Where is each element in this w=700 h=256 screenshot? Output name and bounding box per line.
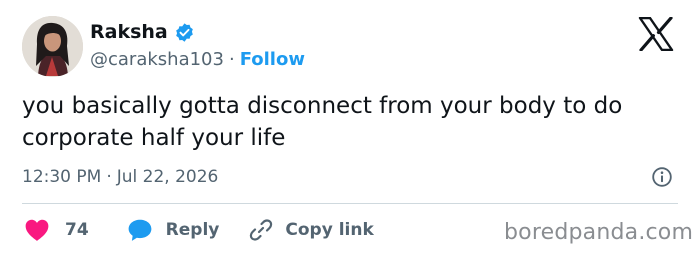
verified-badge-icon (175, 22, 193, 42)
author-handle[interactable]: @caraksha103 (90, 49, 224, 70)
info-icon[interactable] (651, 166, 673, 188)
author-name-row: Raksha (90, 20, 195, 44)
divider (22, 203, 678, 204)
like-count: 74 (65, 220, 89, 240)
heart-icon (25, 219, 49, 241)
tweet-timestamp[interactable]: 12:30 PM · Jul 22, 2026 (22, 165, 218, 189)
timestamp-separator: · (106, 167, 112, 187)
tweet-date: Jul 22, 2026 (116, 167, 219, 187)
watermark: boredpanda.com (504, 220, 694, 245)
avatar[interactable] (22, 16, 83, 77)
author-handle-row: @caraksha103 · Follow (90, 48, 305, 72)
follow-button[interactable]: Follow (240, 49, 305, 70)
handle-separator: · (228, 49, 235, 70)
action-bar: 74 Reply Copy link (24, 216, 374, 244)
link-icon (250, 219, 273, 241)
copy-link-button[interactable]: Copy link (249, 218, 374, 242)
chat-bubble-icon (128, 219, 152, 241)
tweet-time: 12:30 PM (22, 167, 102, 187)
tweet-text: you basically gotta disconnect from your… (22, 93, 623, 151)
like-button[interactable]: 74 (24, 218, 89, 242)
copy-link-label: Copy link (285, 220, 374, 240)
reply-label: Reply (165, 220, 220, 240)
author-name[interactable]: Raksha (90, 20, 168, 44)
avatar-photo (22, 16, 83, 77)
x-logo-icon[interactable] (638, 17, 674, 51)
reply-button[interactable]: Reply (127, 218, 220, 242)
